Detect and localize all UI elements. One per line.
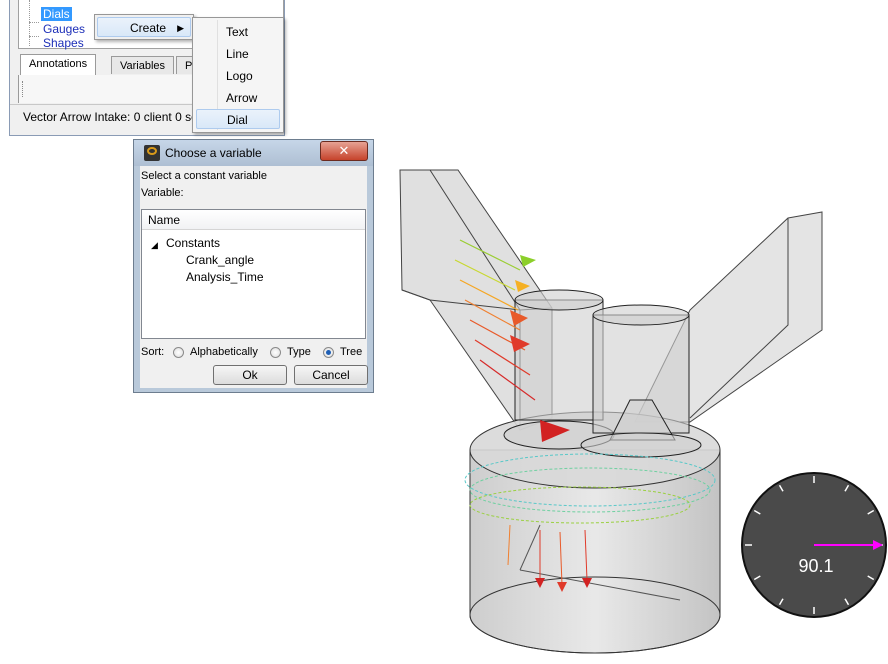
context-menu: Create ▶ (94, 14, 194, 40)
dial-tick (753, 509, 761, 515)
sort-options: Sort: Alphabetically Type Tree (141, 344, 367, 362)
dialog-instruction: Select a constant variable (141, 170, 267, 182)
tree-item-analysis-time[interactable]: Analysis_Time (186, 269, 264, 285)
app-logo-icon (144, 145, 160, 161)
radio-alphabetically[interactable] (173, 347, 184, 358)
dial-tick (844, 598, 850, 606)
radio-type[interactable] (270, 347, 281, 358)
dialog-body: Select a constant variable Variable: Nam… (140, 166, 368, 388)
ok-button[interactable]: Ok (213, 365, 287, 385)
tree-connector (29, 36, 39, 37)
menu-item-dial[interactable]: Dial (196, 109, 280, 129)
close-icon: ✕ (338, 143, 350, 158)
dialog-titlebar[interactable]: Choose a variable ✕ (134, 140, 373, 166)
variable-list: Name ◢ Constants Crank_angle Analysis_Ti… (141, 209, 366, 339)
menu-item-line[interactable]: Line (196, 44, 280, 64)
menu-item-create-label: Create (130, 21, 167, 35)
dial-tick (867, 509, 875, 515)
radio-tree-label[interactable]: Tree (340, 346, 362, 358)
tree-item-shapes[interactable]: Shapes (41, 36, 86, 50)
tab-annotations[interactable]: Annotations (20, 54, 97, 75)
dial-tick (778, 598, 784, 606)
menu-item-text[interactable]: Text (196, 22, 280, 42)
dial-face (745, 476, 883, 614)
tree-group-constants[interactable]: Constants (166, 235, 220, 251)
create-submenu: Text Line Logo Arrow Dial (192, 17, 284, 133)
close-button[interactable]: ✕ (320, 141, 368, 161)
dial-tick (867, 575, 875, 581)
tab-variables[interactable]: Variables (111, 56, 175, 74)
expand-arrow-icon[interactable]: ◢ (151, 237, 158, 253)
dial-value: 90.1 (798, 556, 834, 576)
tree-connector (29, 0, 40, 46)
column-header-name[interactable]: Name (142, 210, 365, 230)
dial-needle-head (873, 540, 883, 550)
dial-tick (844, 484, 850, 492)
choose-variable-dialog: Choose a variable ✕ Select a constant va… (133, 139, 374, 393)
tree-connector (29, 22, 39, 23)
dialog-title: Choose a variable (165, 146, 262, 160)
radio-tree[interactable] (323, 347, 334, 358)
dial-tick (753, 575, 761, 581)
variable-label: Variable: (141, 187, 184, 199)
radio-type-label[interactable]: Type (287, 346, 311, 358)
sort-label: Sort: (141, 346, 165, 358)
dial-tick (778, 484, 784, 492)
toolbar-grip[interactable] (22, 81, 25, 97)
menu-item-arrow[interactable]: Arrow (196, 88, 280, 108)
dial-gauge[interactable]: 90.1 (741, 472, 887, 618)
cancel-button[interactable]: Cancel (294, 365, 368, 385)
submenu-arrow-icon: ▶ (177, 23, 184, 33)
radio-alphabetically-label[interactable]: Alphabetically (190, 346, 258, 358)
tree-item-dials[interactable]: Dials (41, 7, 72, 21)
menu-item-logo[interactable]: Logo (196, 66, 280, 86)
menu-item-create[interactable]: Create ▶ (97, 17, 191, 37)
tree-item-crank-angle[interactable]: Crank_angle (186, 252, 254, 268)
tree-item-gauges[interactable]: Gauges (41, 22, 87, 36)
